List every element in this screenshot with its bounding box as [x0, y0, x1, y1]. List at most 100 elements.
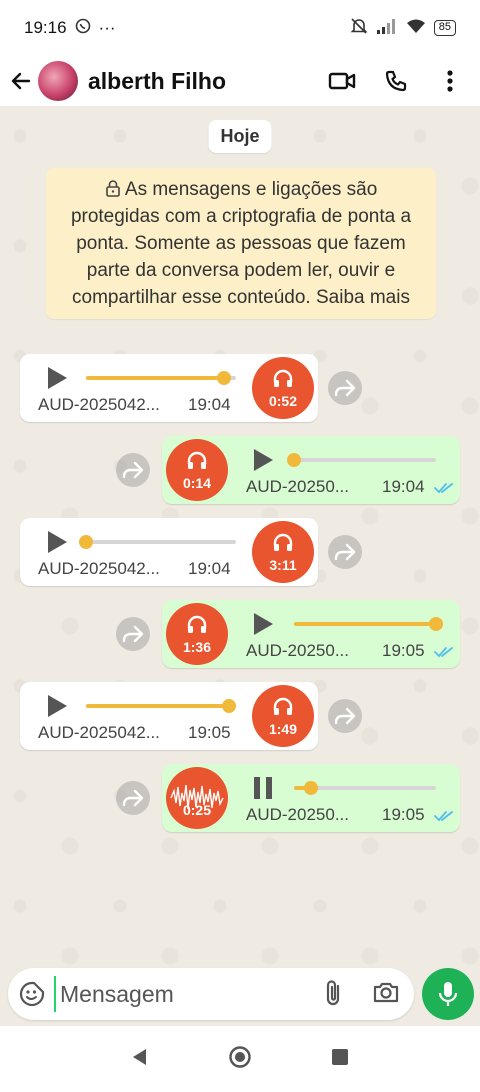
forward-icon — [122, 461, 144, 479]
forward-button[interactable] — [116, 617, 150, 651]
audio-filename: AUD-20250... — [246, 641, 349, 660]
chat-area[interactable]: Hoje As mensagens e ligações são protegi… — [0, 106, 480, 966]
forward-button[interactable] — [328, 699, 362, 733]
voice-call-button[interactable] — [380, 65, 412, 97]
message-composer — [8, 968, 414, 1020]
play-button[interactable] — [44, 530, 70, 558]
system-nav-bar — [0, 1026, 480, 1092]
audio-avatar-badge: 1:49 — [252, 685, 314, 747]
video-call-button[interactable] — [326, 65, 358, 97]
avatar[interactable] — [38, 61, 78, 101]
audio-duration: 0:25 — [182, 802, 212, 818]
sticker-icon — [19, 981, 45, 1007]
date-chip: Hoje — [208, 120, 272, 153]
forward-button[interactable] — [328, 371, 362, 405]
audio-avatar-badge: 1:36 — [166, 603, 228, 665]
forward-button[interactable] — [328, 535, 362, 569]
audio-message-out[interactable]: AUD-20250... 19:05 1:36 — [162, 600, 460, 668]
pause-button[interactable] — [250, 776, 276, 804]
headphones-icon — [186, 614, 208, 639]
contact-name[interactable]: alberth Filho — [88, 68, 226, 95]
more-vertical-icon — [447, 70, 453, 92]
more-options-button[interactable] — [434, 65, 466, 97]
forward-button[interactable] — [116, 781, 150, 815]
headphones-icon — [272, 696, 294, 721]
mute-icon — [350, 17, 368, 40]
audio-avatar-badge: 0:25 — [166, 767, 228, 829]
read-receipt-icon — [434, 645, 454, 663]
audio-message-out[interactable]: AUD-20250... 19:04 0:14 — [162, 436, 460, 504]
audio-duration: 3:11 — [269, 556, 297, 573]
audio-filename: AUD-20250... — [246, 805, 349, 824]
wifi-icon — [406, 18, 426, 39]
audio-avatar-badge: 0:52 — [252, 357, 314, 419]
audio-filename: AUD-20250... — [246, 477, 349, 496]
lock-icon — [105, 179, 125, 200]
play-icon — [46, 366, 68, 395]
paperclip-icon — [326, 980, 340, 1006]
audio-progress-slider[interactable] — [294, 617, 443, 631]
message-input[interactable] — [54, 976, 314, 1012]
camera-button[interactable] — [372, 978, 400, 1011]
read-receipt-icon — [434, 809, 454, 827]
audio-message-in[interactable]: AUD-2025042... 19:04 0:52 — [20, 354, 318, 422]
audio-progress-slider[interactable] — [287, 453, 436, 467]
message-time: 19:05 — [188, 723, 231, 742]
audio-progress-slider[interactable] — [86, 371, 236, 385]
audio-filename: AUD-2025042... — [38, 559, 160, 578]
status-bar: 19:16 ··· 85 — [0, 0, 480, 56]
audio-message-in[interactable]: AUD-2025042... 19:04 3:11 — [20, 518, 318, 586]
audio-duration: 0:52 — [268, 392, 298, 409]
voice-record-button[interactable] — [422, 968, 474, 1020]
circle-home-icon — [229, 1045, 251, 1068]
signal-icon — [376, 18, 398, 39]
message-time: 19:04 — [188, 559, 231, 578]
play-icon — [252, 612, 274, 641]
attach-button[interactable] — [320, 978, 348, 1013]
microphone-icon — [438, 982, 458, 1006]
chat-header: alberth Filho — [0, 56, 480, 106]
audio-progress-slider[interactable] — [294, 781, 436, 795]
nav-recents-button[interactable] — [330, 1047, 350, 1072]
nav-back-button[interactable] — [130, 1047, 150, 1072]
nav-home-button[interactable] — [228, 1045, 252, 1074]
forward-icon — [334, 707, 356, 725]
message-time: 19:04 — [188, 395, 231, 414]
audio-avatar-badge: 0:14 — [166, 439, 228, 501]
play-button[interactable] — [44, 366, 70, 394]
message-time: 19:05 — [382, 641, 425, 660]
play-button[interactable] — [44, 694, 70, 722]
status-time: 19:16 — [24, 18, 67, 37]
play-icon — [46, 694, 68, 723]
back-button[interactable] — [4, 61, 38, 101]
audio-progress-slider[interactable] — [86, 699, 236, 713]
video-call-icon — [328, 72, 356, 90]
status-more-dots: ··· — [98, 18, 116, 37]
forward-icon — [334, 543, 356, 561]
audio-duration: 1:36 — [182, 638, 212, 655]
audio-duration: 0:14 — [182, 474, 212, 491]
play-button[interactable] — [250, 612, 276, 640]
audio-message-in[interactable]: AUD-2025042... 19:05 1:49 — [20, 682, 318, 750]
forward-button[interactable] — [116, 453, 150, 487]
encryption-notice[interactable]: As mensagens e ligações são protegidas c… — [46, 168, 436, 319]
audio-message-out[interactable]: AUD-20250... 19:05 0:25 — [162, 764, 460, 832]
battery-indicator: 85 — [433, 20, 456, 36]
audio-filename: AUD-2025042... — [38, 723, 160, 742]
camera-icon — [373, 982, 399, 1003]
voice-call-icon — [385, 70, 407, 92]
audio-avatar-badge: 3:11 — [252, 521, 314, 583]
play-button[interactable] — [250, 448, 276, 476]
triangle-back-icon — [133, 1048, 146, 1065]
message-time: 19:04 — [382, 477, 425, 496]
headphones-icon — [272, 368, 294, 393]
audio-progress-slider[interactable] — [79, 535, 236, 549]
arrow-left-icon — [11, 72, 31, 90]
sticker-button[interactable] — [18, 980, 46, 1013]
play-icon — [46, 530, 68, 559]
audio-filename: AUD-2025042... — [38, 395, 160, 414]
whatsapp-notification-icon — [75, 18, 91, 39]
square-recents-icon — [332, 1048, 348, 1065]
play-icon — [252, 448, 274, 477]
read-receipt-icon — [434, 481, 454, 499]
